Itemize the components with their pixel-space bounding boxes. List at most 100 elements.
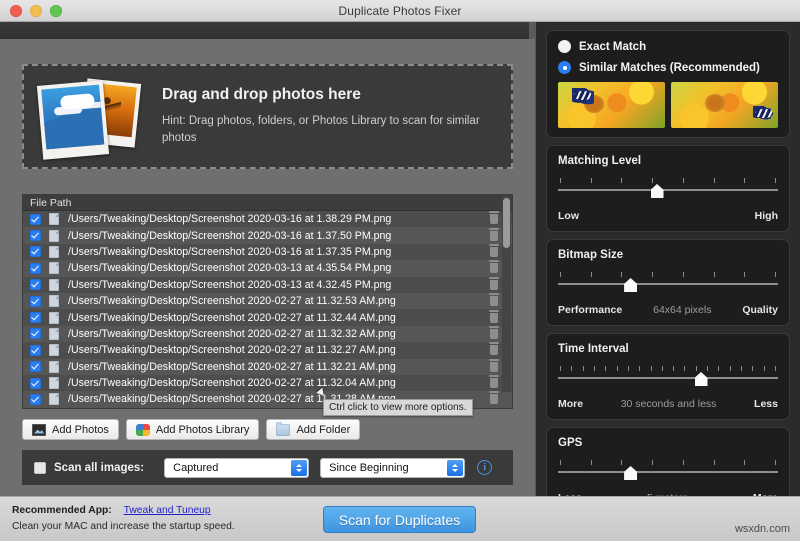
similar-matches-option[interactable]: Similar Matches (Recommended) — [558, 61, 778, 74]
recommended-app-link[interactable]: Tweak and Tuneup — [124, 505, 211, 516]
drop-zone-title: Drag and drop photos here — [162, 86, 482, 104]
table-row[interactable]: /Users/Tweaking/Desktop/Screenshot 2020-… — [23, 326, 512, 342]
scan-for-duplicates-button[interactable]: Scan for Duplicates — [323, 506, 476, 533]
photos-library-icon — [136, 424, 150, 436]
radio-icon[interactable] — [558, 40, 571, 53]
row-checkbox[interactable] — [30, 263, 41, 274]
window-title: Duplicate Photos Fixer — [0, 4, 800, 18]
row-checkbox[interactable] — [30, 279, 41, 290]
chevron-updown-icon[interactable] — [291, 460, 307, 476]
scrollbar-thumb[interactable] — [503, 198, 510, 248]
row-checkbox[interactable] — [30, 214, 41, 225]
file-path-text: /Users/Tweaking/Desktop/Screenshot 2020-… — [68, 295, 396, 307]
add-folder-label: Add Folder — [296, 424, 350, 436]
delete-row-icon[interactable] — [490, 378, 498, 388]
add-buttons-row: Add Photos Add Photos Library Add Folder — [22, 419, 360, 440]
delete-row-icon[interactable] — [490, 345, 498, 355]
slider-track[interactable] — [558, 283, 778, 285]
file-list[interactable]: File Path /Users/Tweaking/Desktop/Screen… — [22, 194, 513, 409]
file-path-text: /Users/Tweaking/Desktop/Screenshot 2020-… — [68, 230, 391, 242]
delete-row-icon[interactable] — [490, 362, 498, 372]
scan-options-bar: Scan all images: Captured Since Beginnin… — [22, 450, 513, 485]
file-icon — [49, 361, 59, 373]
toolbar-strip — [0, 22, 535, 39]
add-photos-button[interactable]: Add Photos — [22, 419, 119, 440]
table-row[interactable]: /Users/Tweaking/Desktop/Screenshot 2020-… — [23, 375, 512, 391]
slider-track[interactable] — [558, 471, 778, 473]
file-list-scrollbar[interactable] — [502, 196, 511, 392]
add-photos-library-button[interactable]: Add Photos Library — [126, 419, 260, 440]
slider-knob[interactable] — [695, 372, 708, 386]
row-checkbox[interactable] — [30, 246, 41, 257]
delete-row-icon[interactable] — [490, 280, 498, 290]
delete-row-icon[interactable] — [490, 263, 498, 273]
delete-row-icon[interactable] — [490, 296, 498, 306]
slider-control[interactable] — [558, 178, 778, 202]
drop-zone-text: Drag and drop photos here Hint: Drag pho… — [162, 86, 482, 146]
row-checkbox[interactable] — [30, 345, 41, 356]
file-path-text: /Users/Tweaking/Desktop/Screenshot 2020-… — [68, 213, 391, 225]
slider-title: GPS — [558, 437, 778, 449]
slider-max-label: Quality — [742, 304, 778, 316]
table-row[interactable]: /Users/Tweaking/Desktop/Screenshot 2020-… — [23, 277, 512, 293]
table-row[interactable]: /Users/Tweaking/Desktop/Screenshot 2020-… — [23, 244, 512, 260]
folder-icon — [276, 424, 290, 436]
row-checkbox[interactable] — [30, 230, 41, 241]
table-row[interactable]: /Users/Tweaking/Desktop/Screenshot 2020-… — [23, 342, 512, 358]
slider-title: Time Interval — [558, 343, 778, 355]
file-icon — [49, 295, 59, 307]
slider-control[interactable] — [558, 272, 778, 296]
slider-knob[interactable] — [651, 184, 664, 198]
slider-ticks — [560, 460, 776, 466]
slider-card-matching-level: Matching Level LowHigh — [546, 145, 790, 232]
slider-track[interactable] — [558, 189, 778, 191]
row-checkbox[interactable] — [30, 312, 41, 323]
filter-period-select[interactable]: Since Beginning — [320, 458, 465, 478]
add-photos-label: Add Photos — [52, 424, 109, 436]
scan-all-images-checkbox[interactable] — [34, 462, 46, 474]
info-icon[interactable]: i — [477, 460, 492, 475]
preview-thumbnails — [558, 82, 778, 128]
table-row[interactable]: /Users/Tweaking/Desktop/Screenshot 2020-… — [23, 293, 512, 309]
slider-labels: LowHigh — [558, 210, 778, 222]
file-list-body[interactable]: /Users/Tweaking/Desktop/Screenshot 2020-… — [23, 211, 512, 409]
slider-title: Bitmap Size — [558, 249, 778, 261]
delete-row-icon[interactable] — [490, 214, 498, 224]
delete-row-icon[interactable] — [490, 231, 498, 241]
slider-knob[interactable] — [624, 466, 637, 480]
file-list-header: File Path — [23, 195, 512, 211]
row-checkbox[interactable] — [30, 378, 41, 389]
filter-type-select[interactable]: Captured — [164, 458, 309, 478]
app-window: Duplicate Photos Fixer Drag and drop pho… — [0, 0, 800, 541]
row-checkbox[interactable] — [30, 328, 41, 339]
slider-ticks — [560, 178, 776, 184]
row-checkbox[interactable] — [30, 296, 41, 307]
slider-knob[interactable] — [624, 278, 637, 292]
slider-control[interactable] — [558, 366, 778, 390]
delete-row-icon[interactable] — [490, 247, 498, 257]
add-folder-button[interactable]: Add Folder — [266, 419, 360, 440]
preview-thumb-right — [671, 82, 778, 128]
row-checkbox[interactable] — [30, 361, 41, 372]
table-row[interactable]: /Users/Tweaking/Desktop/Screenshot 2020-… — [23, 260, 512, 276]
row-checkbox[interactable] — [30, 394, 41, 405]
exact-match-option[interactable]: Exact Match — [558, 40, 778, 53]
file-path-text: /Users/Tweaking/Desktop/Screenshot 2020-… — [68, 262, 391, 274]
radio-selected-icon[interactable] — [558, 61, 571, 74]
chevron-updown-icon[interactable] — [447, 460, 463, 476]
table-row[interactable]: /Users/Tweaking/Desktop/Screenshot 2020-… — [23, 359, 512, 375]
table-row[interactable]: /Users/Tweaking/Desktop/Screenshot 2020-… — [23, 309, 512, 325]
file-icon — [49, 328, 59, 340]
slider-control[interactable] — [558, 460, 778, 484]
delete-row-icon[interactable] — [490, 394, 498, 404]
slider-title: Matching Level — [558, 155, 778, 167]
preview-thumb-left — [558, 82, 665, 128]
table-row[interactable]: /Users/Tweaking/Desktop/Screenshot 2020-… — [23, 227, 512, 243]
delete-row-icon[interactable] — [490, 329, 498, 339]
delete-row-icon[interactable] — [490, 313, 498, 323]
column-header-file-path: File Path — [30, 197, 71, 209]
table-row[interactable]: /Users/Tweaking/Desktop/Screenshot 2020-… — [23, 211, 512, 227]
slider-track[interactable] — [558, 377, 778, 379]
drop-zone[interactable]: Drag and drop photos here Hint: Drag pho… — [22, 64, 513, 169]
right-panel: Exact Match Similar Matches (Recommended… — [536, 22, 800, 496]
